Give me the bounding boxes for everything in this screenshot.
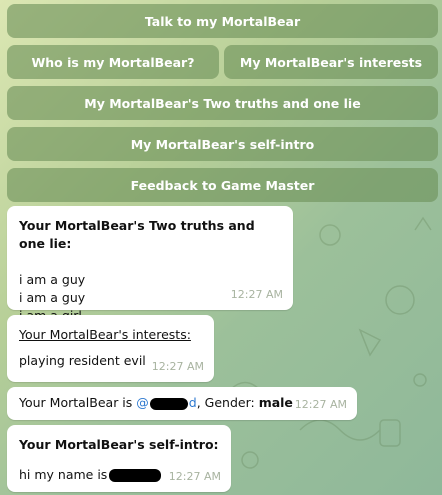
talk-to-mortalbear-button[interactable]: Talk to my MortalBear (7, 4, 438, 38)
redaction-mark (149, 397, 188, 410)
feedback-button[interactable]: Feedback to Game Master (7, 168, 438, 202)
redaction-mark (109, 469, 162, 482)
gender-value: male (258, 395, 293, 410)
message-identity: Your MortalBear is @ d, Gender: male 12:2… (7, 387, 357, 420)
message-self-intro: Your MortalBear's self-intro: hi my name… (7, 425, 231, 492)
mortalbear-interests-button[interactable]: My MortalBear's interests (224, 45, 438, 79)
two-truths-button[interactable]: My MortalBear's Two truths and one lie (7, 86, 438, 120)
message-timestamp: 12:27 AM (151, 360, 204, 373)
message-timestamp: 12:27 AM (168, 470, 221, 483)
message-heading: Your MortalBear's Two truths and one lie… (19, 218, 255, 251)
message-heading: Your MortalBear's interests: (19, 327, 191, 342)
message-heading: Your MortalBear's self-intro: (19, 437, 219, 452)
message-body: hi my name is (19, 467, 108, 482)
who-is-mortalbear-button[interactable]: Who is my MortalBear? (7, 45, 219, 79)
message-timestamp: 12:27 AM (294, 398, 347, 411)
message-two-truths: Your MortalBear's Two truths and one lie… (7, 206, 293, 323)
gender-label: , Gender: (196, 395, 259, 410)
self-intro-button[interactable]: My MortalBear's self-intro (7, 127, 438, 161)
message-interests: Your MortalBear's interests: playing res… (7, 315, 214, 382)
username-mention[interactable]: @ d (136, 395, 196, 410)
message-timestamp: 12:27 AM (230, 288, 283, 301)
identity-prefix: Your MortalBear is (19, 395, 137, 410)
